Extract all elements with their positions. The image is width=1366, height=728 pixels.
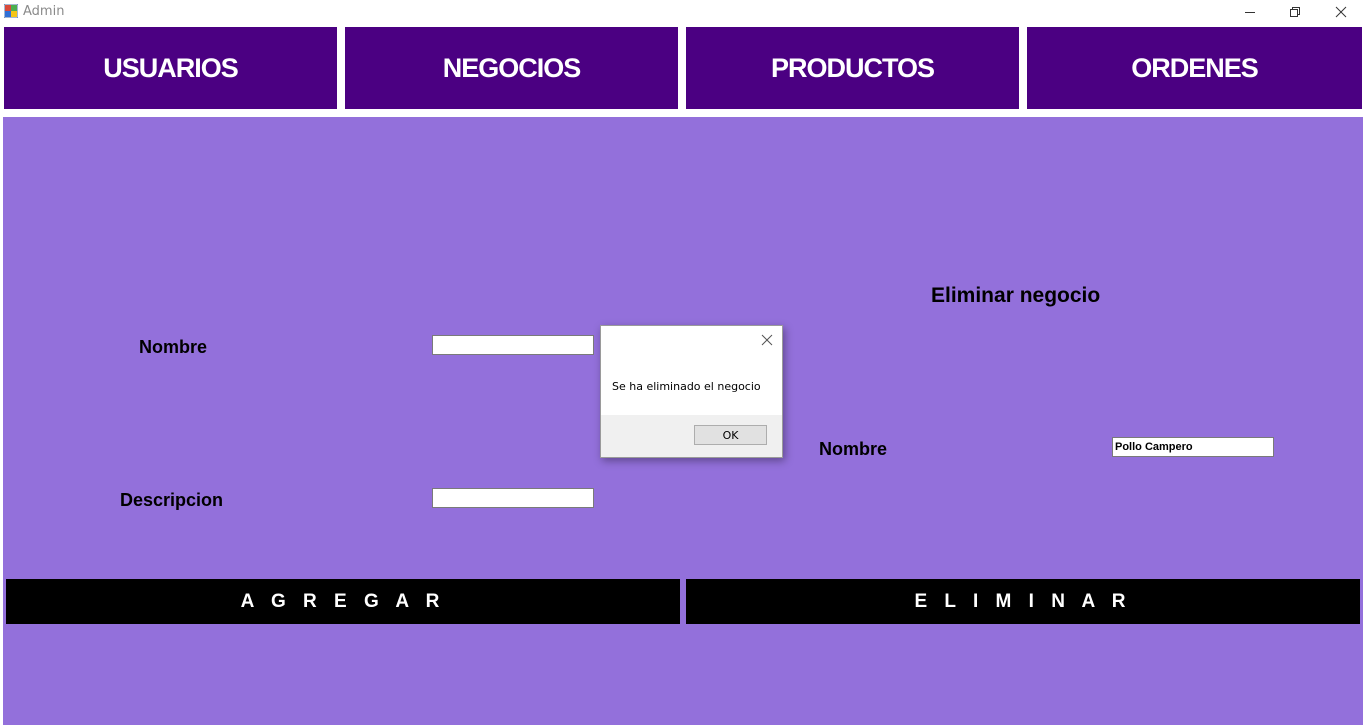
dialog-close-button[interactable] bbox=[760, 333, 774, 347]
eliminar-button[interactable]: E L I M I N A R bbox=[686, 579, 1360, 624]
minimize-icon bbox=[1245, 12, 1255, 13]
dialog-footer: OK bbox=[601, 415, 782, 457]
nav-negocios-button[interactable]: NEGOCIOS bbox=[345, 27, 678, 109]
add-descripcion-label: Descripcion bbox=[120, 490, 224, 510]
nav-productos-button[interactable]: PRODUCTOS bbox=[686, 27, 1019, 109]
restore-button[interactable] bbox=[1272, 0, 1318, 24]
add-nombre-label: Nombre bbox=[139, 337, 208, 357]
window-title: Admin bbox=[23, 4, 65, 19]
close-button[interactable] bbox=[1318, 0, 1364, 24]
delete-title: Eliminar negocio bbox=[931, 284, 1101, 307]
restore-icon bbox=[1290, 7, 1300, 17]
nav-usuarios-button[interactable]: USUARIOS bbox=[4, 27, 337, 109]
nav-ordenes-button[interactable]: ORDENES bbox=[1027, 27, 1362, 109]
agregar-button[interactable]: A G R E G A R bbox=[6, 579, 680, 624]
add-descripcion-input[interactable] bbox=[432, 488, 594, 508]
minimize-button[interactable] bbox=[1227, 0, 1273, 24]
delete-nombre-input[interactable] bbox=[1112, 437, 1274, 457]
message-dialog: Se ha eliminado el negocio OK bbox=[600, 325, 783, 458]
dialog-message: Se ha eliminado el negocio bbox=[612, 380, 761, 393]
app-icon bbox=[4, 4, 18, 18]
title-bar: Admin bbox=[0, 0, 1366, 24]
close-icon bbox=[761, 334, 773, 346]
close-icon bbox=[1335, 6, 1347, 18]
add-nombre-input[interactable] bbox=[432, 335, 594, 355]
admin-window: Admin USUARIOS NEGOCIOS PRODUCTOS ORDENE… bbox=[0, 0, 1366, 728]
ok-button[interactable]: OK bbox=[694, 425, 767, 445]
delete-nombre-label: Nombre bbox=[819, 439, 888, 459]
